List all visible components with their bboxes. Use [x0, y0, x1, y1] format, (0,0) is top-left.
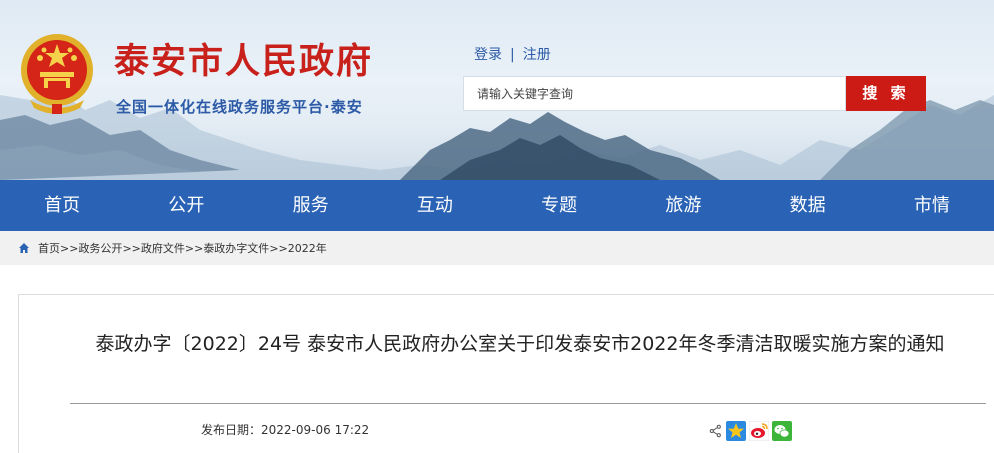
search-box	[463, 76, 846, 111]
national-emblem	[21, 34, 93, 114]
breadcrumb-office-docs[interactable]: 泰政办字文件	[203, 240, 269, 256]
auth-separator: |	[510, 47, 515, 63]
nav-item-topics[interactable]: 专题	[497, 180, 621, 231]
nav-item-interact[interactable]: 互动	[373, 180, 497, 231]
share-icon	[709, 424, 721, 438]
main-nav: 首页 公开 服务 互动 专题 旅游 数据 市情	[0, 180, 994, 231]
article-panel	[18, 294, 994, 453]
breadcrumb: 首页 >> 政务公开 >> 政府文件 >> 泰政办字文件 >> 2022年	[18, 231, 327, 265]
nav-item-tourism[interactable]: 旅游	[621, 180, 745, 231]
wechat-icon[interactable]	[772, 421, 792, 441]
title-divider	[70, 403, 986, 404]
login-link[interactable]: 登录	[474, 45, 502, 65]
nav-item-home[interactable]: 首页	[0, 180, 124, 231]
breadcrumb-separator: >>	[60, 241, 79, 255]
auth-links: 登录 | 注册	[474, 45, 551, 65]
home-icon	[19, 243, 29, 253]
breadcrumb-bar: 首页 >> 政务公开 >> 政府文件 >> 泰政办字文件 >> 2022年	[0, 231, 994, 265]
search-button[interactable]: 搜 索	[846, 76, 926, 111]
breadcrumb-separator: >>	[184, 241, 204, 255]
nav-item-city-info[interactable]: 市情	[870, 180, 994, 231]
weibo-icon[interactable]	[749, 421, 769, 441]
breadcrumb-separator: >>	[122, 241, 141, 255]
publish-date: 发布日期：2022-09-06 17:22	[201, 421, 369, 439]
nav-item-service[interactable]: 服务	[249, 180, 373, 231]
breadcrumb-gov-affairs[interactable]: 政务公开	[78, 240, 122, 256]
article-title: 泰政办字〔2022〕24号 泰安市人民政府办公室关于印发泰安市2022年冬季清洁…	[95, 333, 945, 355]
breadcrumb-year[interactable]: 2022年	[288, 240, 327, 256]
publish-date-label: 发布日期：	[201, 423, 262, 437]
breadcrumb-home[interactable]: 首页	[38, 240, 60, 256]
breadcrumb-separator: >>	[269, 241, 288, 255]
search-input[interactable]	[464, 77, 845, 110]
qzone-icon[interactable]	[726, 421, 746, 441]
register-link[interactable]: 注册	[523, 45, 551, 65]
publish-date-value: 2022-09-06 17:22	[261, 423, 370, 437]
site-header: 泰安市人民政府 全国一体化在线政务服务平台·泰安 登录 | 注册 搜 索	[0, 0, 994, 180]
site-title: 泰安市人民政府	[114, 42, 374, 82]
breadcrumb-gov-docs[interactable]: 政府文件	[141, 240, 185, 256]
site-subtitle: 全国一体化在线政务服务平台·泰安	[116, 98, 363, 116]
share-bar	[709, 421, 792, 441]
nav-item-public[interactable]: 公开	[124, 180, 248, 231]
nav-item-data[interactable]: 数据	[746, 180, 870, 231]
